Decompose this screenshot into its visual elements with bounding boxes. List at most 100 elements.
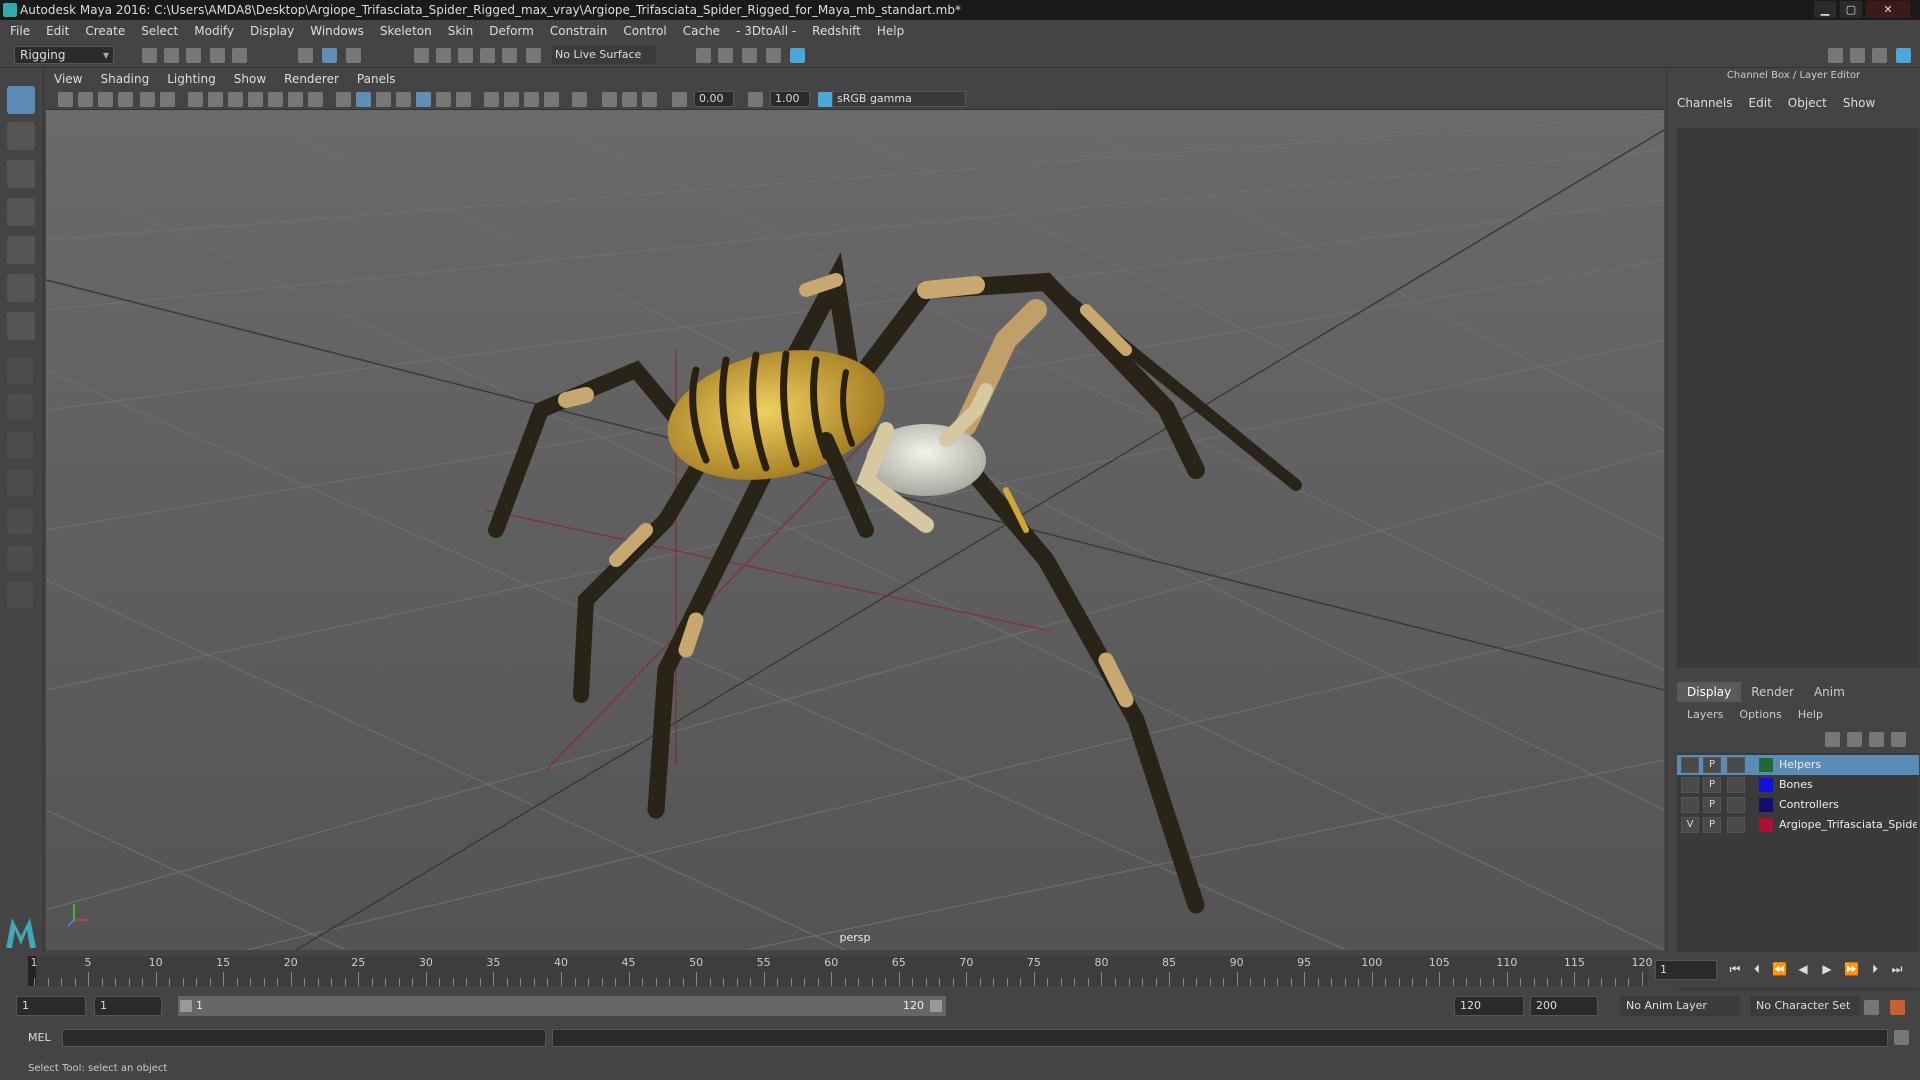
viewport-menu-renderer[interactable]: Renderer [284, 72, 339, 86]
undo-icon[interactable] [210, 48, 225, 63]
help-menu[interactable]: Help [1798, 708, 1823, 721]
custom-layout-icon[interactable] [7, 582, 33, 608]
move-layer-up-icon[interactable] [1825, 732, 1840, 747]
select-by-object-icon[interactable] [322, 48, 337, 63]
bookmark-icon[interactable] [98, 92, 113, 107]
edit-menu[interactable]: Edit [1749, 96, 1772, 110]
menu-select[interactable]: Select [141, 24, 178, 38]
snap-surface-icon[interactable] [502, 48, 517, 63]
menu-skin[interactable]: Skin [448, 24, 474, 38]
film-gate-icon[interactable] [208, 92, 223, 107]
animation-end-field[interactable]: 200 [1530, 996, 1598, 1016]
channels-menu[interactable]: Channels [1677, 96, 1733, 110]
attribute-editor-icon[interactable] [1850, 48, 1865, 63]
safe-action-icon[interactable] [288, 92, 303, 107]
save-scene-icon[interactable] [186, 48, 201, 63]
rotate-tool-icon[interactable] [7, 236, 35, 264]
depth-of-field-icon[interactable] [544, 92, 559, 107]
soft-select-icon[interactable] [7, 358, 33, 384]
camera-attributes-icon[interactable] [78, 92, 93, 107]
menu-file[interactable]: File [10, 24, 30, 38]
xray-active-icon[interactable] [622, 92, 637, 107]
two-view-layout-icon[interactable] [7, 432, 33, 458]
layer-color-swatch[interactable] [1759, 818, 1773, 832]
xray-icon[interactable] [602, 92, 617, 107]
persp-outliner-layout-icon[interactable] [7, 546, 33, 572]
menu-control[interactable]: Control [623, 24, 666, 38]
time-slider[interactable]: 1 5 10 15 20 25 30 35 40 45 50 55 60 65 70 75 80 85 90 95 10… [0, 952, 1920, 988]
exposure-icon[interactable] [672, 92, 687, 107]
exposure-field[interactable]: 0.00 [694, 91, 734, 107]
four-view-layout-icon[interactable] [7, 394, 33, 420]
layer-row-bones[interactable]: P Bones [1677, 775, 1919, 795]
color-management-icon[interactable] [818, 92, 833, 107]
paint-select-tool-icon[interactable] [7, 160, 35, 188]
menu-display[interactable]: Display [250, 24, 294, 38]
menu-deform[interactable]: Deform [489, 24, 534, 38]
layer-visibility-toggle[interactable] [1681, 777, 1699, 793]
viewport-persp[interactable]: persp [46, 110, 1664, 950]
lasso-tool-icon[interactable] [7, 122, 35, 150]
ipr-render-icon[interactable] [742, 48, 757, 63]
play-backward-icon[interactable]: ◀ [1796, 962, 1810, 976]
layer-row-helpers[interactable]: P Helpers [1677, 755, 1919, 775]
layer-color-swatch[interactable] [1759, 758, 1773, 772]
field-chart-icon[interactable] [268, 92, 283, 107]
character-set-select[interactable]: No Character Set [1750, 996, 1860, 1016]
animation-start-field[interactable]: 1 [16, 996, 86, 1016]
default-material-icon[interactable] [376, 92, 391, 107]
last-tool-icon[interactable] [7, 312, 35, 340]
isolate-select-icon[interactable] [572, 92, 587, 107]
step-back-key-icon[interactable]: ⏪ [1772, 962, 1787, 976]
make-live-icon[interactable] [526, 48, 541, 63]
layer-visibility-toggle[interactable]: V [1681, 817, 1699, 833]
go-to-end-icon[interactable]: ⏭ [1890, 962, 1904, 976]
channel-box-icon[interactable] [1896, 48, 1911, 63]
image-plane-icon[interactable] [118, 92, 133, 107]
layer-type-toggle[interactable] [1727, 797, 1745, 813]
layer-row-spider-mesh[interactable]: V P Argiope_Trifasciata_Spider_R [1677, 815, 1919, 835]
layer-visibility-toggle[interactable] [1681, 757, 1699, 773]
shadows-icon[interactable] [456, 92, 471, 107]
snap-curve-icon[interactable] [436, 48, 451, 63]
open-scene-icon[interactable] [164, 48, 179, 63]
safe-title-icon[interactable] [308, 92, 323, 107]
camera-select-icon[interactable] [58, 92, 73, 107]
viewport-menu-shading[interactable]: Shading [100, 72, 149, 86]
layer-playback-toggle[interactable]: P [1703, 797, 1721, 813]
step-forward-key-icon[interactable]: ⏩ [1844, 962, 1859, 976]
multisample-aa-icon[interactable] [524, 92, 539, 107]
wireframe-on-shaded-icon[interactable] [396, 92, 411, 107]
layer-visibility-toggle[interactable] [1681, 797, 1699, 813]
timeline-ruler[interactable]: 1 5 10 15 20 25 30 35 40 45 50 55 60 65 70 75 80 85 90 95 10… [28, 956, 1653, 986]
layer-playback-toggle[interactable]: P [1703, 817, 1721, 833]
current-frame-field[interactable]: 1 [1655, 960, 1717, 980]
snap-point-icon[interactable] [458, 48, 473, 63]
hypershade-icon[interactable] [790, 48, 805, 63]
layers-menu[interactable]: Layers [1687, 708, 1723, 721]
modeling-toolkit-icon[interactable] [1828, 48, 1843, 63]
channel-box-area[interactable] [1677, 128, 1919, 668]
show-menu[interactable]: Show [1843, 96, 1875, 110]
tab-render[interactable]: Render [1741, 682, 1804, 702]
menu-skeleton[interactable]: Skeleton [380, 24, 432, 38]
layer-color-swatch[interactable] [1759, 778, 1773, 792]
select-by-component-icon[interactable] [346, 48, 361, 63]
live-surface-field[interactable]: No Live Surface [552, 46, 656, 64]
grease-pencil-icon[interactable] [160, 92, 175, 107]
gamma-field[interactable]: 1.00 [770, 91, 810, 107]
object-menu[interactable]: Object [1788, 96, 1827, 110]
gate-mask-icon[interactable] [248, 92, 263, 107]
grid-toggle-icon[interactable] [188, 92, 203, 107]
viewport-menu-show[interactable]: Show [234, 72, 266, 86]
maximize-button[interactable]: ▢ [1840, 1, 1862, 18]
viewport-menu-lighting[interactable]: Lighting [167, 72, 216, 86]
view-transform-select[interactable]: sRGB gamma [832, 91, 966, 107]
new-layer-selected-icon[interactable] [1891, 732, 1906, 747]
snap-view-plane-icon[interactable] [480, 48, 495, 63]
scale-tool-icon[interactable] [7, 274, 35, 302]
menu-create[interactable]: Create [85, 24, 125, 38]
script-language-toggle[interactable]: MEL [28, 1030, 51, 1046]
new-empty-layer-icon[interactable] [1869, 732, 1884, 747]
layer-color-swatch[interactable] [1759, 798, 1773, 812]
